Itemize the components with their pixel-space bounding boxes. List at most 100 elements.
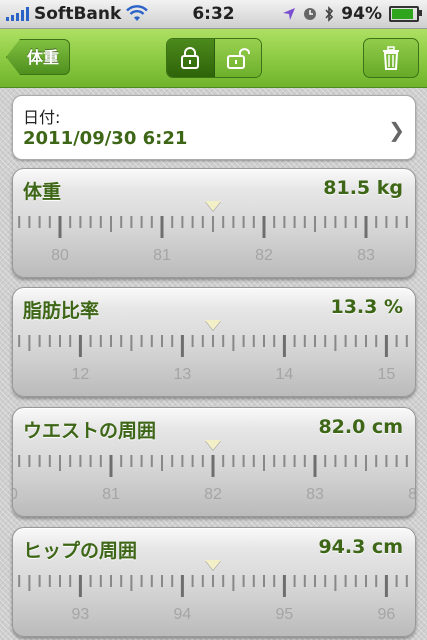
card-value: 82.0 cm: [318, 416, 403, 438]
ruler-minor-tick: [242, 335, 245, 347]
ruler-minor-tick: [191, 216, 194, 228]
ruler-minor-tick: [28, 216, 31, 228]
date-label: 日付:: [23, 108, 61, 127]
ruler-tick-label: 83: [357, 247, 375, 264]
ruler-minor-tick: [150, 455, 153, 467]
ruler-minor-tick: [150, 216, 153, 228]
ruler-minor-tick: [273, 216, 276, 228]
ruler-minor-tick: [120, 216, 123, 228]
ruler-minor-tick: [375, 455, 378, 467]
ruler-minor-tick: [181, 455, 184, 467]
card-value: 94.3 cm: [318, 536, 403, 558]
ruler-minor-tick: [334, 575, 337, 591]
ruler-minor-tick: [28, 455, 31, 467]
pointer-icon: [205, 440, 221, 450]
lock-button[interactable]: [167, 39, 215, 77]
ruler-major-tick: [384, 335, 388, 357]
battery-level: [392, 9, 413, 19]
ruler-minor-tick: [232, 575, 235, 591]
ruler-minor-tick: [161, 575, 163, 587]
ruler-minor-tick: [252, 575, 255, 587]
ruler-minor-tick: [130, 216, 133, 228]
ruler-minor-tick: [59, 335, 61, 347]
ruler-minor-tick: [263, 455, 265, 471]
navigation-bar: 体重: [0, 29, 427, 88]
ruler-major-tick: [78, 335, 82, 357]
hip-ruler[interactable]: 93 94 95 96: [13, 573, 415, 633]
ruler-minor-tick: [201, 216, 204, 228]
ruler-minor-tick: [48, 216, 51, 228]
hip-card: ヒップの周囲 94.3 cm 93 94 95 96: [12, 527, 416, 637]
back-button[interactable]: 体重: [6, 39, 70, 75]
weight-ruler[interactable]: 80 81 82 83: [13, 214, 415, 274]
ruler-major-tick: [58, 216, 62, 238]
ruler-minor-tick: [222, 455, 225, 467]
ruler-minor-tick: [18, 216, 21, 228]
ruler-minor-tick: [354, 216, 357, 228]
ruler-minor-tick: [212, 575, 214, 587]
ruler-tick-label: 82: [204, 486, 222, 503]
body-fat-ruler[interactable]: 12 13 14 15: [13, 333, 415, 393]
ruler-minor-tick: [293, 575, 296, 587]
ruler-scale: 80 81 82 83: [18, 216, 408, 264]
ruler-major-tick: [313, 455, 317, 477]
ruler-minor-tick: [79, 455, 82, 467]
chevron-right-icon: ❯: [388, 118, 405, 142]
date-row[interactable]: 日付: 2011/09/30 6:21 ❯: [12, 95, 416, 160]
ruler-minor-tick: [242, 455, 245, 467]
ruler-minor-tick: [171, 455, 174, 467]
ruler-minor-tick: [99, 455, 102, 467]
ruler-minor-tick: [324, 216, 327, 228]
lock-closed-icon: [181, 47, 200, 69]
ruler-tick-label: 94: [174, 606, 192, 623]
ruler-major-tick: [282, 575, 286, 597]
ruler-minor-tick: [395, 575, 398, 587]
ruler-minor-tick: [252, 216, 255, 228]
bluetooth-icon: [325, 6, 334, 22]
ruler-minor-tick: [324, 335, 327, 347]
ruler-scale: 93 94 95 96: [18, 575, 408, 623]
ruler-minor-tick: [252, 335, 255, 347]
ruler-minor-tick: [365, 335, 367, 347]
ruler-minor-tick: [334, 216, 337, 228]
ruler-minor-tick: [38, 216, 41, 228]
ruler-tick-label: 15: [378, 366, 396, 383]
ruler-minor-tick: [89, 455, 92, 467]
ruler-minor-tick: [405, 335, 408, 347]
pointer-icon: [205, 560, 221, 570]
ruler-minor-tick: [120, 455, 123, 467]
pointer-icon: [205, 201, 221, 211]
status-bar: SoftBank 6:32 94%: [0, 0, 427, 29]
ruler-minor-tick: [171, 216, 174, 228]
card-title: 脂肪比率: [23, 300, 100, 322]
ruler-minor-tick: [130, 455, 133, 467]
ruler-minor-tick: [171, 335, 174, 347]
ruler-minor-tick: [69, 216, 72, 228]
ruler-tick-label: 81: [153, 247, 171, 264]
ruler-minor-tick: [354, 335, 357, 347]
ruler-minor-tick: [385, 216, 388, 228]
ruler-minor-tick: [99, 335, 102, 347]
battery-percent: 94%: [341, 4, 382, 24]
unlock-button[interactable]: [214, 39, 261, 77]
ruler-minor-tick: [201, 455, 204, 467]
ruler-minor-tick: [171, 575, 174, 587]
ruler-minor-tick: [120, 335, 123, 347]
ruler-tick-label: 93: [72, 606, 90, 623]
card-title: ヒップの周囲: [23, 540, 138, 562]
weight-card: 体重 81.5 kg 80 81 82 83: [12, 168, 416, 278]
ruler-minor-tick: [161, 455, 163, 471]
waist-ruler[interactable]: 80 81 82 83 84: [13, 453, 415, 513]
ruler-minor-tick: [273, 575, 276, 587]
ruler-minor-tick: [395, 216, 398, 228]
delete-button[interactable]: [363, 38, 419, 78]
ruler-tick-label: 82: [255, 247, 273, 264]
ruler-minor-tick: [263, 575, 265, 587]
ruler-scale: 80 81 82 83 84: [13, 455, 415, 503]
ruler-minor-tick: [28, 335, 31, 351]
ruler-minor-tick: [89, 335, 92, 347]
ruler-minor-tick: [344, 575, 347, 587]
ruler-tick-label: 14: [276, 366, 294, 383]
ruler-minor-tick: [405, 455, 408, 467]
ruler-minor-tick: [232, 216, 235, 228]
